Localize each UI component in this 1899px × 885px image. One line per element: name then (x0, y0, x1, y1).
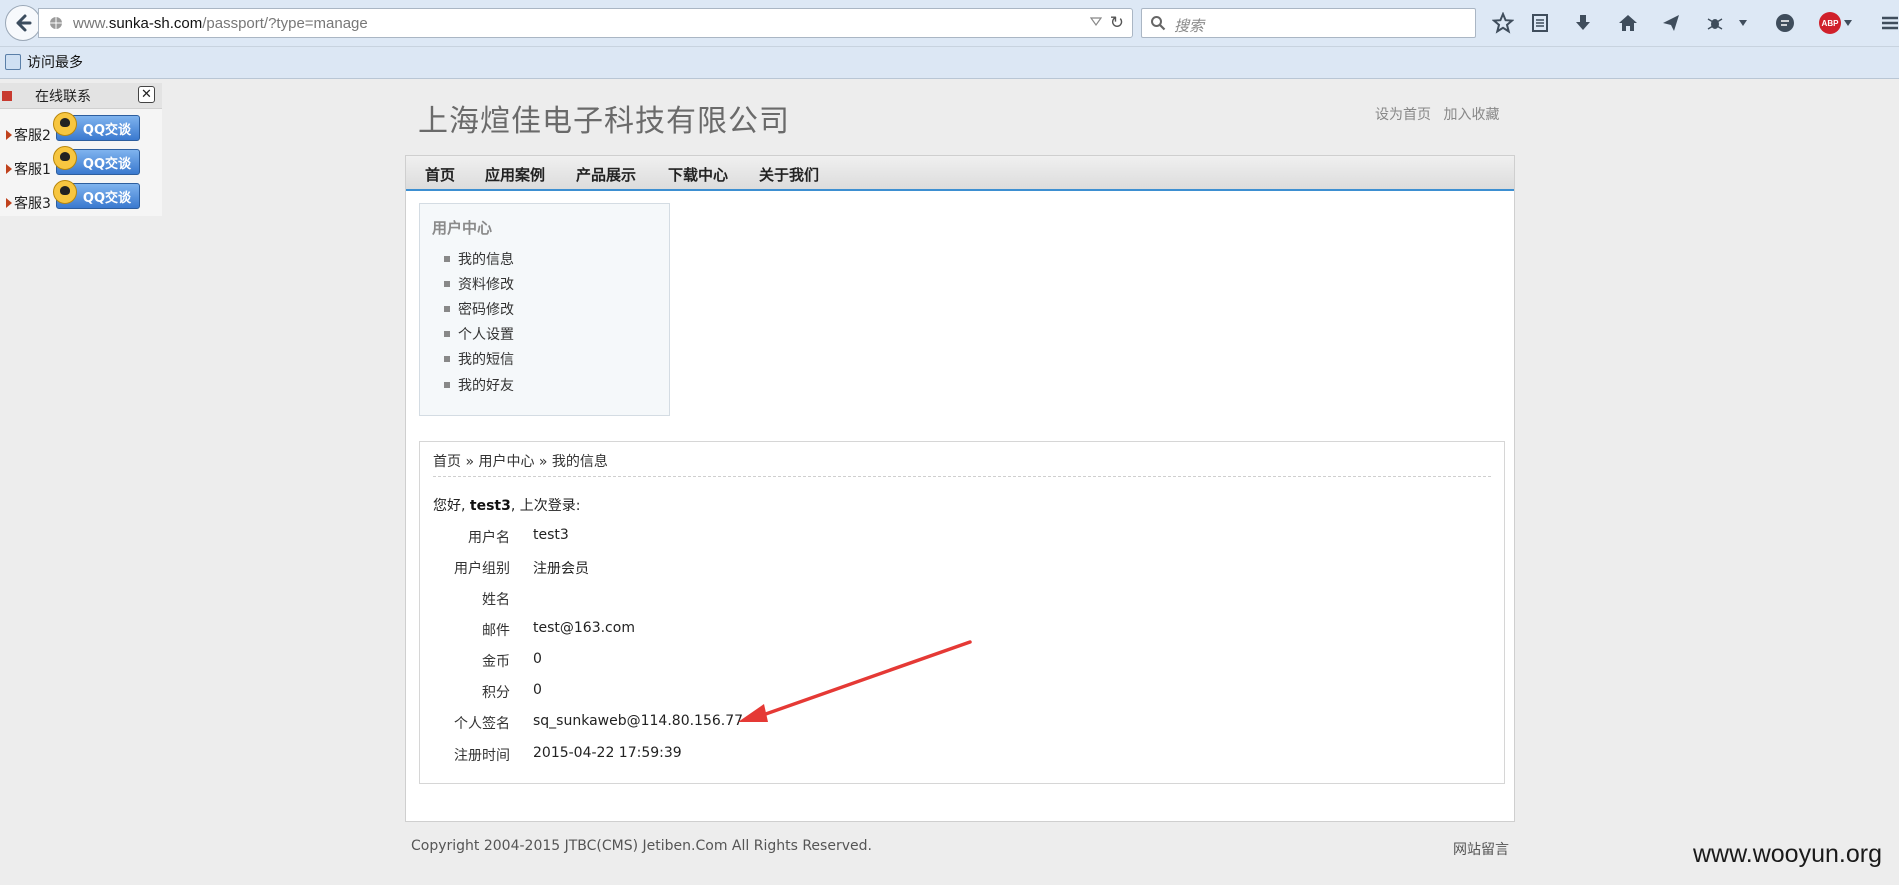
set-homepage-link[interactable]: 设为首页 (1375, 107, 1431, 123)
nav-products[interactable]: 产品展示 (576, 164, 636, 185)
back-button[interactable] (5, 5, 41, 41)
search-bar[interactable]: 搜索 (1141, 8, 1476, 38)
online-contact-header: 在线联系 ✕ (0, 83, 162, 109)
bookmark-star-icon[interactable] (1490, 10, 1516, 36)
qq-chat-button[interactable]: QQ交谈 (53, 146, 140, 175)
search-icon (1151, 16, 1166, 31)
bookmark-most-visited[interactable]: 访问最多 (5, 52, 83, 72)
dropdown-triangle-icon[interactable] (1090, 17, 1102, 27)
sidebar-item-settings[interactable]: 个人设置 (444, 324, 514, 344)
square-bullet-icon (444, 306, 450, 312)
profile-field-register-time: 注册时间 2015-04-22 17:59:39 (454, 745, 682, 764)
user-center-sidebar: 用户中心 我的信息 资料修改 密码修改 个人设置 我的短信 我的好友 (419, 203, 670, 416)
chevron-down-icon[interactable] (1841, 10, 1855, 36)
footer-guestbook-link[interactable]: 网站留言 (1453, 839, 1509, 859)
browser-toolbar: www.sunka-sh.com/passport/?type=manage ↻… (0, 0, 1899, 47)
url-text[interactable]: www.sunka-sh.com/passport/?type=manage (73, 15, 368, 32)
search-placeholder: 搜索 (1174, 18, 1205, 35)
home-icon[interactable] (1615, 10, 1641, 36)
online-contact-title: 在线联系 (35, 89, 91, 105)
sidebar-item-change-password[interactable]: 密码修改 (444, 299, 514, 319)
close-icon[interactable]: ✕ (138, 86, 155, 103)
watermark: www.wooyun.org (1693, 840, 1882, 868)
url-bar[interactable]: www.sunka-sh.com/passport/?type=manage ↻ (38, 8, 1133, 38)
profile-field-name: 姓名 (482, 592, 510, 608)
sidebar-item-friends[interactable]: 我的好友 (444, 375, 514, 395)
profile-field-username: 用户名 test3 (468, 527, 569, 546)
qq-penguin-icon (53, 180, 77, 204)
square-bullet-icon (444, 281, 450, 287)
qq-chat-button[interactable]: QQ交谈 (53, 112, 140, 141)
top-links: 设为首页 加入收藏 (1375, 104, 1507, 124)
profile-field-email: 邮件 test@163.com (482, 620, 635, 639)
breadcrumb-divider (433, 476, 1491, 477)
reload-icon[interactable]: ↻ (1110, 13, 1124, 33)
sidebar-item-messages[interactable]: 我的短信 (444, 349, 514, 369)
sidebar-title: 用户中心 (432, 219, 493, 237)
company-name: 上海煊佳电子科技有限公司 (418, 104, 790, 139)
greeting: 您好, test3, 上次登录: (433, 498, 581, 514)
qq-penguin-icon (53, 112, 77, 136)
qq-penguin-icon (53, 146, 77, 170)
square-bullet-icon (444, 331, 450, 337)
triangle-bullet-icon (6, 198, 12, 208)
square-bullet-icon (444, 256, 450, 262)
adblock-icon[interactable]: ABP (1817, 10, 1843, 36)
nav-about[interactable]: 关于我们 (759, 164, 819, 185)
main-nav: 首页 应用案例 产品展示 下载中心 关于我们 (406, 156, 1514, 191)
contact-row: 客服1 (6, 159, 51, 179)
profile-field-group: 用户组别 注册会员 (454, 561, 589, 577)
chat-icon[interactable] (1772, 10, 1798, 36)
download-icon[interactable] (1570, 10, 1596, 36)
bug-extension-icon[interactable] (1702, 10, 1728, 36)
square-bullet-icon (444, 382, 450, 388)
nav-home[interactable]: 首页 (425, 164, 455, 185)
globe-icon (50, 17, 62, 29)
triangle-bullet-icon (6, 164, 12, 174)
qq-chat-button[interactable]: QQ交谈 (53, 180, 140, 209)
menu-icon[interactable] (1879, 10, 1899, 36)
annotation-arrow-icon (738, 640, 972, 722)
contact-label: 客服3 (14, 196, 51, 212)
sidebar-item-my-info[interactable]: 我的信息 (444, 249, 514, 269)
footer-copyright: Copyright 2004-2015 JTBC(CMS) Jetiben.Co… (411, 838, 872, 854)
contact-label: 客服1 (14, 162, 51, 178)
breadcrumb[interactable]: 首页 » 用户中心 » 我的信息 (433, 451, 608, 471)
chevron-down-icon[interactable] (1735, 10, 1751, 36)
contact-row: 客服2 (6, 125, 51, 145)
square-bullet-icon (444, 356, 450, 362)
send-icon[interactable] (1658, 10, 1684, 36)
back-arrow-icon (16, 14, 32, 32)
contact-row: 客服3 (6, 193, 51, 213)
reading-list-icon[interactable] (1527, 10, 1553, 36)
sidebar-item-edit-profile[interactable]: 资料修改 (444, 274, 514, 294)
bookmark-label: 访问最多 (27, 55, 83, 71)
triangle-bullet-icon (6, 130, 12, 140)
nav-cases[interactable]: 应用案例 (485, 164, 545, 185)
panel-marker-icon (2, 91, 12, 101)
folder-search-icon (5, 54, 21, 70)
nav-downloads[interactable]: 下载中心 (668, 164, 728, 185)
profile-panel: 首页 » 用户中心 » 我的信息 您好, test3, 上次登录: 用户名 tes… (419, 441, 1505, 784)
add-favorite-link[interactable]: 加入收藏 (1443, 107, 1499, 123)
contact-label: 客服2 (14, 128, 51, 144)
online-contact-panel: 在线联系 ✕ 客服2 QQ交谈 客服1 QQ交谈 客服3 QQ交谈 (0, 83, 162, 216)
bookmarks-toolbar: 访问最多 (0, 47, 1899, 79)
